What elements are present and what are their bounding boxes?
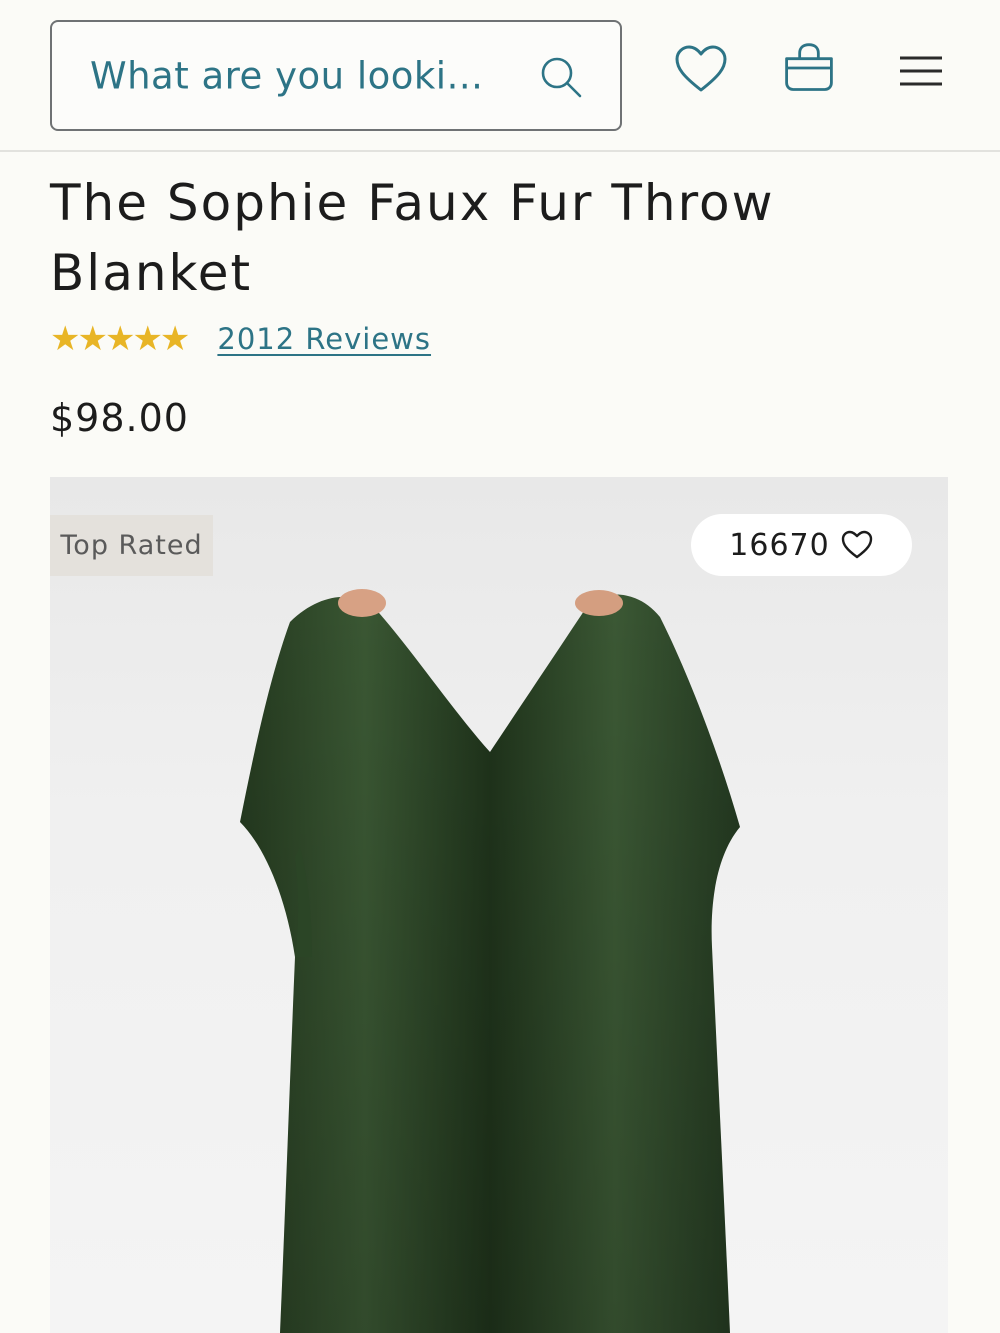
blanket-photo — [240, 589, 740, 1333]
shopping-bag-icon[interactable] — [781, 40, 837, 96]
search-placeholder: What are you looki... — [90, 54, 484, 97]
star-rating-icon: ★★★★★ — [50, 319, 190, 359]
reviews-link[interactable]: 2012 Reviews — [217, 322, 431, 356]
hamburger-menu-icon[interactable] — [893, 42, 949, 98]
heart-icon — [841, 530, 872, 559]
likes-button[interactable]: 16670 — [691, 514, 912, 576]
search-input[interactable]: What are you looki... — [50, 20, 622, 131]
wishlist-heart-icon[interactable] — [673, 42, 729, 98]
product-title: The Sophie Faux Fur Throw Blanket — [50, 174, 775, 302]
top-rated-badge: Top Rated — [50, 515, 213, 576]
search-icon[interactable] — [538, 54, 584, 100]
product-image[interactable]: Top Rated 16670 — [50, 477, 948, 1333]
likes-count: 16670 — [729, 527, 830, 563]
header: What are you looki... — [0, 0, 1000, 152]
product-price: $98.00 — [50, 396, 189, 440]
product-rating: ★★★★★ 2012 Reviews — [50, 316, 431, 362]
